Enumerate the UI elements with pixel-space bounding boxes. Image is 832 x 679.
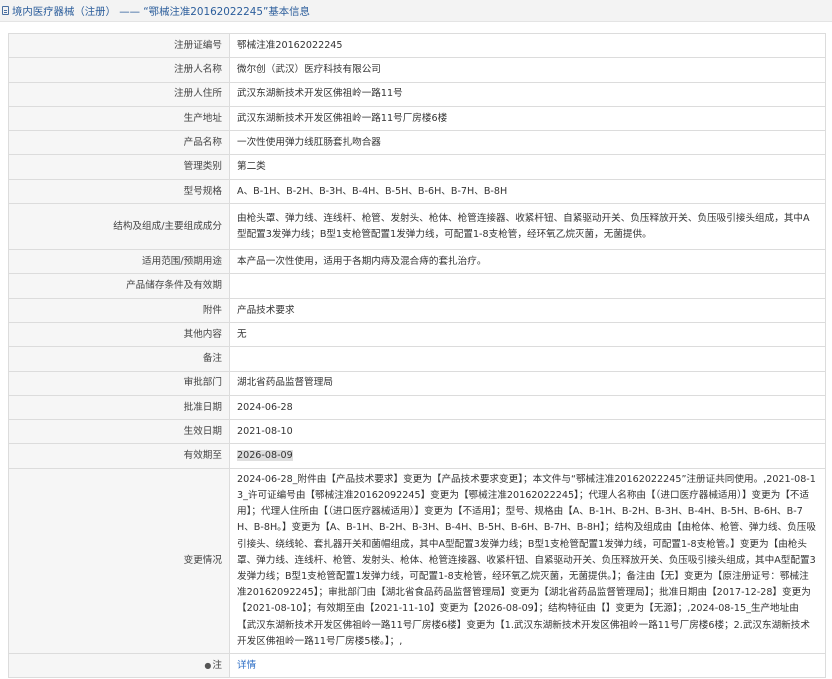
pin-icon: ● (204, 660, 212, 670)
label-registration-number: 注册证编号 (8, 32, 230, 59)
label-product-name: 产品名称 (8, 130, 230, 156)
value-effective-date: 2021-08-10 (229, 419, 826, 445)
row-registrant-name: 注册人名称 微尔创（武汉）医疗科技有限公司 (8, 57, 826, 83)
detail-table: 注册证编号 鄂械注准20162022245 注册人名称 微尔创（武汉）医疗科技有… (8, 32, 826, 679)
label-intended-use: 适用范围/预期用途 (8, 249, 230, 275)
row-product-name: 产品名称 一次性使用弹力线肛肠套扎吻合器 (8, 130, 826, 156)
row-other-content: 其他内容 无 (8, 321, 826, 348)
row-attachment: 附件 产品技术要求 (8, 297, 826, 323)
label-other-content: 其他内容 (8, 321, 230, 348)
value-change-history: 2024-06-28_附件由【产品技术要求】变更为【产品技术要求变更】；本文件与… (229, 467, 826, 654)
value-storage-validity (229, 273, 826, 299)
label-approval-date: 批准日期 (8, 394, 230, 421)
value-approval-date: 2024-06-28 (229, 394, 826, 421)
value-other-content: 无 (229, 321, 826, 348)
value-approval-department: 湖北省药品监督管理局 (229, 370, 826, 396)
value-note-cell: 详情 (229, 652, 826, 679)
row-management-category: 管理类别 第二类 (8, 154, 826, 180)
row-registrant-address: 注册人住所 武汉东湖新技术开发区佛祖岭一路11号 (8, 81, 826, 107)
label-change-history: 变更情况 (8, 467, 230, 654)
row-registration-number: 注册证编号 鄂械注准20162022245 (8, 32, 826, 59)
label-note: 注 (212, 659, 222, 671)
label-production-address: 生产地址 (8, 105, 230, 132)
value-structure-composition: 由枪头罩、弹力线、连线杆、枪管、发射头、枪体、枪管连接器、收紧杆钮、自紧驱动开关… (229, 203, 826, 251)
value-remarks (229, 346, 826, 372)
value-valid-until[interactable]: 2026-08-09 (237, 450, 293, 462)
label-storage-validity: 产品储存条件及有效期 (8, 273, 230, 299)
value-registration-number: 鄂械注准20162022245 (229, 32, 826, 59)
label-effective-date: 生效日期 (8, 419, 230, 445)
row-production-address: 生产地址 武汉东湖新技术开发区佛祖岭一路11号厂房楼6楼 (8, 105, 826, 132)
label-attachment: 附件 (8, 297, 230, 323)
row-note: ●注 详情 (8, 652, 826, 679)
label-model-spec: 型号规格 (8, 178, 230, 205)
label-valid-until: 有效期至 (8, 443, 230, 469)
page-header: 境内医疗器械（注册） —— “鄂械注准20162022245”基本信息 (0, 0, 832, 22)
label-structure-composition: 结构及组成/主要组成成分 (8, 203, 230, 251)
row-storage-validity: 产品储存条件及有效期 (8, 273, 826, 299)
value-intended-use: 本产品一次性使用，适用于各期内痔及混合痔的套扎治疗。 (229, 249, 826, 275)
page-title: 境内医疗器械（注册） —— “鄂械注准20162022245”基本信息 (12, 6, 310, 18)
row-effective-date: 生效日期 2021-08-10 (8, 419, 826, 445)
row-change-history: 变更情况 2024-06-28_附件由【产品技术要求】变更为【产品技术要求变更】… (8, 467, 826, 654)
row-valid-until: 有效期至 2026-08-09 (8, 443, 826, 469)
label-note-cell: ●注 (8, 652, 230, 679)
value-model-spec: A、B-1H、B-2H、B-3H、B-4H、B-5H、B-6H、B-7H、B-8… (229, 178, 826, 205)
label-registrant-name: 注册人名称 (8, 57, 230, 83)
value-management-category: 第二类 (229, 154, 826, 180)
row-remarks: 备注 (8, 346, 826, 372)
details-link[interactable]: 详情 (237, 660, 256, 671)
label-management-category: 管理类别 (8, 154, 230, 180)
value-production-address: 武汉东湖新技术开发区佛祖岭一路11号厂房楼6楼 (229, 105, 826, 132)
row-model-spec: 型号规格 A、B-1H、B-2H、B-3H、B-4H、B-5H、B-6H、B-7… (8, 178, 826, 205)
value-registrant-address: 武汉东湖新技术开发区佛祖岭一路11号 (229, 81, 826, 107)
label-approval-department: 审批部门 (8, 370, 230, 396)
label-remarks: 备注 (8, 346, 230, 372)
label-registrant-address: 注册人住所 (8, 81, 230, 107)
document-icon (2, 6, 9, 15)
row-approval-department: 审批部门 湖北省药品监督管理局 (8, 370, 826, 396)
value-registrant-name: 微尔创（武汉）医疗科技有限公司 (229, 57, 826, 83)
value-valid-until-cell: 2026-08-09 (229, 443, 826, 469)
row-structure-composition: 结构及组成/主要组成成分 由枪头罩、弹力线、连线杆、枪管、发射头、枪体、枪管连接… (8, 203, 826, 251)
value-product-name: 一次性使用弹力线肛肠套扎吻合器 (229, 130, 826, 156)
row-approval-date: 批准日期 2024-06-28 (8, 394, 826, 421)
value-attachment: 产品技术要求 (229, 297, 826, 323)
row-intended-use: 适用范围/预期用途 本产品一次性使用，适用于各期内痔及混合痔的套扎治疗。 (8, 249, 826, 275)
